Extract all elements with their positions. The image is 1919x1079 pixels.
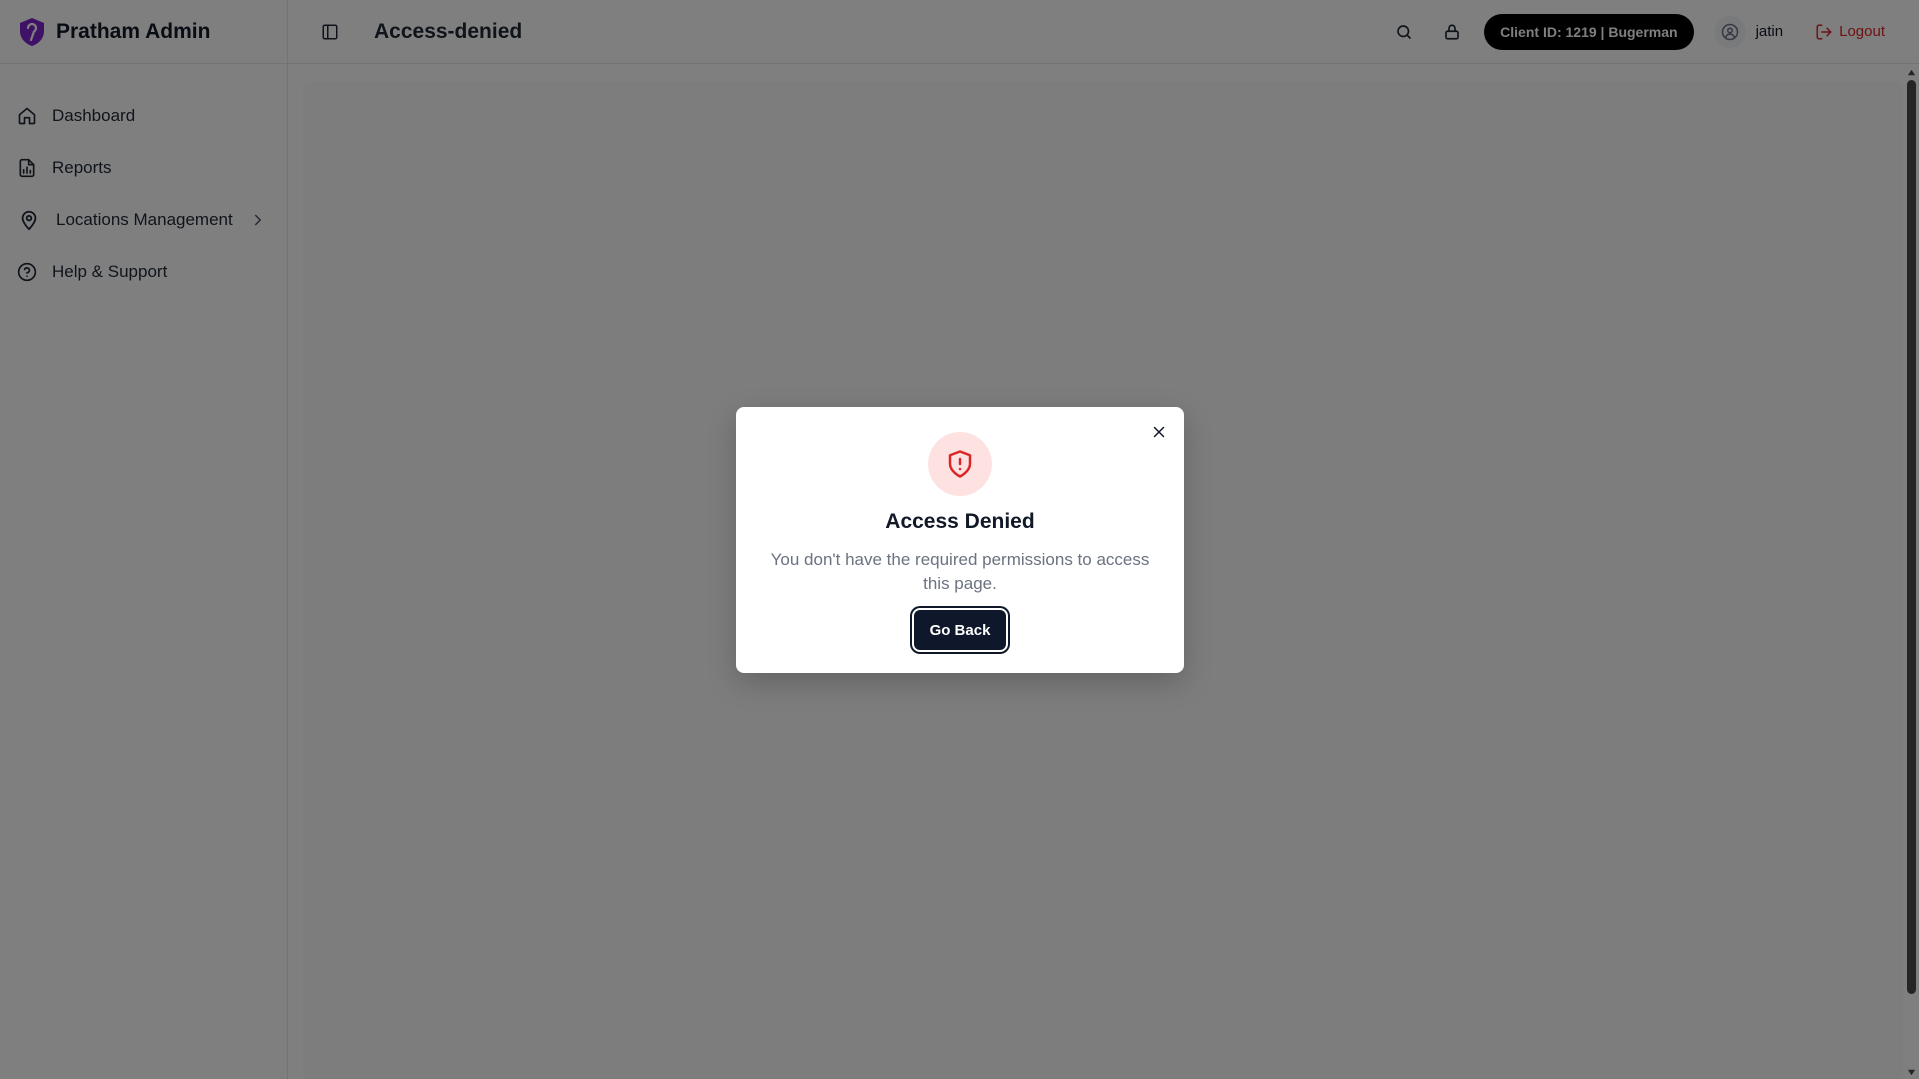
close-icon[interactable] [1150, 423, 1168, 441]
dialog-message: You don't have the required permissions … [770, 550, 1150, 593]
app-root: Pratham Admin Dashboard [0, 0, 1919, 1079]
alert-icon-badge [928, 432, 992, 496]
go-back-button[interactable]: Go Back [913, 610, 1007, 650]
shield-alert-icon [948, 450, 972, 478]
access-denied-dialog: Access Denied You don't have the require… [736, 407, 1184, 673]
dialog-title: Access Denied [885, 510, 1035, 533]
